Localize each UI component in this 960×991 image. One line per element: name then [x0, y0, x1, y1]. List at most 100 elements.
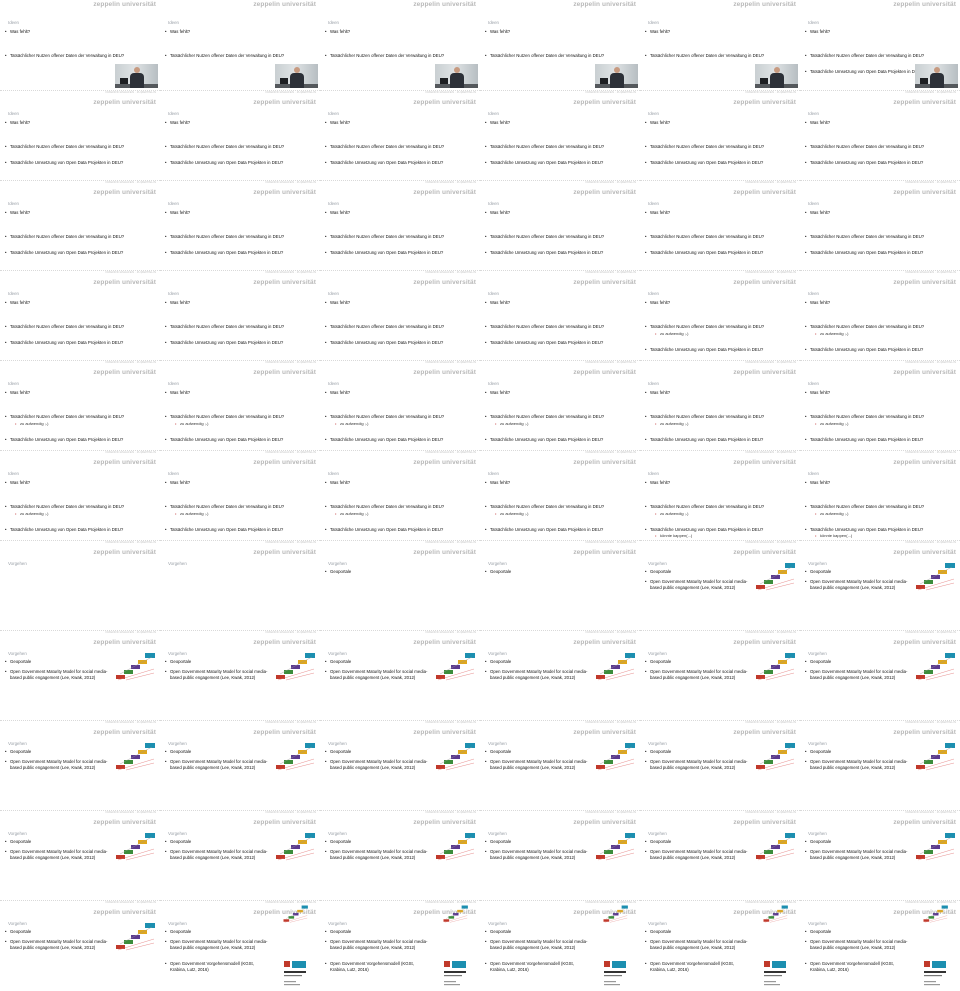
slide-thumbnail[interactable]: zeppelin universität FRIEDRICHSHAFEN · ZU…: [640, 720, 800, 811]
zeppelin-logo: zeppelin universität: [733, 99, 796, 106]
slide-header-caption: FRIEDRICHSHAFEN · ZU|ZEPPELIN: [905, 450, 956, 454]
bullet-umsetzung: Tatsächliche Umsetzung von Open Data Pro…: [325, 340, 443, 345]
slide-thumbnail[interactable]: zeppelin universität FRIEDRICHSHAFEN · ZU…: [480, 900, 640, 991]
slide-thumbnail[interactable]: zeppelin universität FRIEDRICHSHAFEN · ZU…: [0, 630, 160, 721]
slide-title: Ideen: [808, 20, 819, 25]
slide-thumbnail[interactable]: zeppelin universität FRIEDRICHSHAFEN · ZU…: [320, 630, 480, 721]
maturity-model-diagram: [923, 905, 948, 923]
slide-thumbnail[interactable]: zeppelin universität FRIEDRICHSHAFEN · ZU…: [480, 450, 640, 541]
bullet-geoportale: Geoportale: [485, 929, 511, 934]
slide-thumbnail[interactable]: zeppelin universität FRIEDRICHSHAFEN · ZU…: [800, 90, 960, 181]
slide-thumbnail[interactable]: zeppelin universität FRIEDRICHSHAFEN · ZU…: [320, 270, 480, 361]
slide-thumbnail[interactable]: zeppelin universität FRIEDRICHSHAFEN · ZU…: [160, 540, 320, 631]
slide-thumbnail[interactable]: zeppelin universität FRIEDRICHSHAFEN · ZU…: [480, 720, 640, 811]
bullet-ogmm: Open Government Maturity Model for socia…: [325, 939, 430, 950]
slide-thumbnail[interactable]: zeppelin universität FRIEDRICHSHAFEN · ZU…: [0, 90, 160, 181]
slide-thumbnail[interactable]: zeppelin universität FRIEDRICHSHAFEN · ZU…: [800, 450, 960, 541]
slide-thumbnail[interactable]: zeppelin universität FRIEDRICHSHAFEN · ZU…: [160, 720, 320, 811]
slide-header-caption: FRIEDRICHSHAFEN · ZU|ZEPPELIN: [425, 360, 476, 364]
slide-thumbnail[interactable]: zeppelin universität FRIEDRICHSHAFEN · ZU…: [640, 540, 800, 631]
bullet-umsetzung: Tatsächliche Umsetzung von Open Data Pro…: [165, 527, 283, 532]
slide-thumbnail[interactable]: zeppelin universität FRIEDRICHSHAFEN · ZU…: [160, 270, 320, 361]
slide-thumbnail[interactable]: zeppelin universität FRIEDRICHSHAFEN · ZU…: [160, 360, 320, 451]
slide-title: Vorgehen: [808, 921, 827, 926]
slide-thumbnail[interactable]: zeppelin universität FRIEDRICHSHAFEN · ZU…: [480, 810, 640, 901]
slide-thumbnail[interactable]: zeppelin universität FRIEDRICHSHAFEN · ZU…: [320, 720, 480, 811]
slide-thumbnail[interactable]: zeppelin universität FRIEDRICHSHAFEN · ZU…: [160, 90, 320, 181]
slide-thumbnail[interactable]: zeppelin universität FRIEDRICHSHAFEN · ZU…: [800, 900, 960, 991]
bullet-nutzen: Tatsächlicher Nutzen offener Daten der V…: [5, 414, 124, 419]
bullet-ogmm: Open Government Maturity Model for socia…: [5, 759, 110, 770]
bullet-was: Was fehlt?: [325, 210, 350, 215]
slide-thumbnail[interactable]: zeppelin universität Ideen Was fehlt? Tatsä…: [160, 0, 320, 90]
bullet-was: Was fehlt?: [645, 29, 670, 34]
speaker-video-thumbnail: [435, 64, 478, 88]
slide-thumbnail[interactable]: zeppelin universität FRIEDRICHSHAFEN · ZU…: [800, 180, 960, 271]
slide-thumbnail[interactable]: zeppelin universität FRIEDRICHSHAFEN · ZU…: [160, 810, 320, 901]
slide-thumbnail[interactable]: zeppelin universität Ideen Was fehlt? Tatsä…: [480, 0, 640, 90]
zeppelin-logo: zeppelin universität: [413, 1, 476, 8]
slide-thumbnail[interactable]: zeppelin universität FRIEDRICHSHAFEN · ZU…: [160, 450, 320, 541]
slide-title: Vorgehen: [8, 921, 27, 926]
zeppelin-logo: zeppelin universität: [413, 729, 476, 736]
bullet-aufwendig: zu aufwendig ;-): [495, 511, 529, 516]
slide-thumbnail[interactable]: zeppelin universität FRIEDRICHSHAFEN · ZU…: [0, 180, 160, 271]
slide-thumbnail[interactable]: zeppelin universität Ideen Was fehlt? Tatsä…: [800, 0, 960, 90]
slide-header-caption: FRIEDRICHSHAFEN · ZU|ZEPPELIN: [105, 360, 156, 364]
bullet-umsetzung: Tatsächliche Umsetzung von Open Data Pro…: [485, 340, 603, 345]
slide-thumbnail[interactable]: zeppelin universität FRIEDRICHSHAFEN · ZU…: [0, 540, 160, 631]
slide-header-caption: FRIEDRICHSHAFEN · ZU|ZEPPELIN: [745, 180, 796, 184]
slide-header-caption: FRIEDRICHSHAFEN · ZU|ZEPPELIN: [265, 630, 316, 634]
bullet-nutzen: Tatsächlicher Nutzen offener Daten der V…: [165, 234, 284, 239]
slide-title: Vorgehen: [648, 561, 667, 566]
slide-thumbnail[interactable]: zeppelin universität FRIEDRICHSHAFEN · ZU…: [800, 810, 960, 901]
slide-thumbnail[interactable]: zeppelin universität FRIEDRICHSHAFEN · ZU…: [0, 810, 160, 901]
slide-thumbnail[interactable]: zeppelin universität FRIEDRICHSHAFEN · ZU…: [640, 810, 800, 901]
slide-thumbnail[interactable]: zeppelin universität FRIEDRICHSHAFEN · ZU…: [800, 360, 960, 451]
slide-thumbnail[interactable]: zeppelin universität FRIEDRICHSHAFEN · ZU…: [480, 180, 640, 271]
bullet-nutzen: Tatsächlicher Nutzen offener Daten der V…: [325, 504, 444, 509]
slide-thumbnail[interactable]: zeppelin universität FRIEDRICHSHAFEN · ZU…: [160, 180, 320, 271]
slide-thumbnail[interactable]: zeppelin universität FRIEDRICHSHAFEN · ZU…: [0, 900, 160, 991]
slide-thumbnail[interactable]: zeppelin universität FRIEDRICHSHAFEN · ZU…: [480, 540, 640, 631]
slide-thumbnail[interactable]: zeppelin universität FRIEDRICHSHAFEN · ZU…: [800, 630, 960, 721]
bullet-was: Was fehlt?: [325, 480, 350, 485]
slide-thumbnail[interactable]: zeppelin universität FRIEDRICHSHAFEN · ZU…: [800, 270, 960, 361]
slide-thumbnail[interactable]: zeppelin universität FRIEDRICHSHAFEN · ZU…: [0, 270, 160, 361]
slide-thumbnail[interactable]: zeppelin universität FRIEDRICHSHAFEN · ZU…: [0, 450, 160, 541]
slide-thumbnail[interactable]: zeppelin universität FRIEDRICHSHAFEN · ZU…: [320, 180, 480, 271]
slide-thumbnail[interactable]: zeppelin universität FRIEDRICHSHAFEN · ZU…: [800, 540, 960, 631]
bullet-was: Was fehlt?: [645, 120, 670, 125]
slide-thumbnail[interactable]: zeppelin universität FRIEDRICHSHAFEN · ZU…: [320, 450, 480, 541]
slide-thumbnail[interactable]: zeppelin universität FRIEDRICHSHAFEN · ZU…: [160, 900, 320, 991]
slide-header-caption: FRIEDRICHSHAFEN · ZU|ZEPPELIN: [425, 90, 476, 94]
slide-thumbnail[interactable]: zeppelin universität FRIEDRICHSHAFEN · ZU…: [800, 720, 960, 811]
slide-thumbnail[interactable]: zeppelin universität FRIEDRICHSHAFEN · ZU…: [640, 630, 800, 721]
slide-thumbnail[interactable]: zeppelin universität FRIEDRICHSHAFEN · ZU…: [640, 270, 800, 361]
slide-thumbnail[interactable]: zeppelin universität FRIEDRICHSHAFEN · ZU…: [480, 360, 640, 451]
slide-thumbnail[interactable]: zeppelin universität FRIEDRICHSHAFEN · ZU…: [640, 900, 800, 991]
slide-thumbnail[interactable]: zeppelin universität Ideen Was fehlt? Tatsä…: [640, 0, 800, 90]
slide-thumbnail[interactable]: zeppelin universität FRIEDRICHSHAFEN · ZU…: [640, 450, 800, 541]
bullet-ogmm: Open Government Maturity Model for socia…: [485, 669, 590, 680]
slide-thumbnail[interactable]: zeppelin universität FRIEDRICHSHAFEN · ZU…: [320, 540, 480, 631]
slide-thumbnail[interactable]: zeppelin universität Ideen Was fehlt? Tatsä…: [0, 0, 160, 90]
slide-thumbnail[interactable]: zeppelin universität FRIEDRICHSHAFEN · ZU…: [320, 810, 480, 901]
zeppelin-logo: zeppelin universität: [93, 279, 156, 286]
slide-thumbnail[interactable]: zeppelin universität FRIEDRICHSHAFEN · ZU…: [480, 630, 640, 721]
bullet-nutzen: Tatsächlicher Nutzen offener Daten der V…: [805, 144, 924, 149]
slide-thumbnail[interactable]: zeppelin universität FRIEDRICHSHAFEN · ZU…: [320, 90, 480, 181]
slide-thumbnail[interactable]: zeppelin universität FRIEDRICHSHAFEN · ZU…: [0, 360, 160, 451]
slide-thumbnail[interactable]: zeppelin universität FRIEDRICHSHAFEN · ZU…: [160, 630, 320, 721]
slide-thumbnail[interactable]: zeppelin universität FRIEDRICHSHAFEN · ZU…: [640, 90, 800, 181]
zeppelin-logo: zeppelin universität: [893, 189, 956, 196]
slide-thumbnail[interactable]: zeppelin universität FRIEDRICHSHAFEN · ZU…: [480, 270, 640, 361]
slide-thumbnail[interactable]: zeppelin universität FRIEDRICHSHAFEN · ZU…: [640, 360, 800, 451]
slide-thumbnail[interactable]: zeppelin universität FRIEDRICHSHAFEN · ZU…: [320, 360, 480, 451]
slide-thumbnail[interactable]: zeppelin universität FRIEDRICHSHAFEN · ZU…: [0, 720, 160, 811]
slide-title: Ideen: [648, 20, 659, 25]
slide-thumbnail[interactable]: zeppelin universität FRIEDRICHSHAFEN · ZU…: [480, 90, 640, 181]
slide-thumbnail[interactable]: zeppelin universität Ideen Was fehlt? Tatsä…: [320, 0, 480, 90]
slide-thumbnail[interactable]: zeppelin universität FRIEDRICHSHAFEN · ZU…: [320, 900, 480, 991]
slide-thumbnail[interactable]: zeppelin universität FRIEDRICHSHAFEN · ZU…: [640, 180, 800, 271]
